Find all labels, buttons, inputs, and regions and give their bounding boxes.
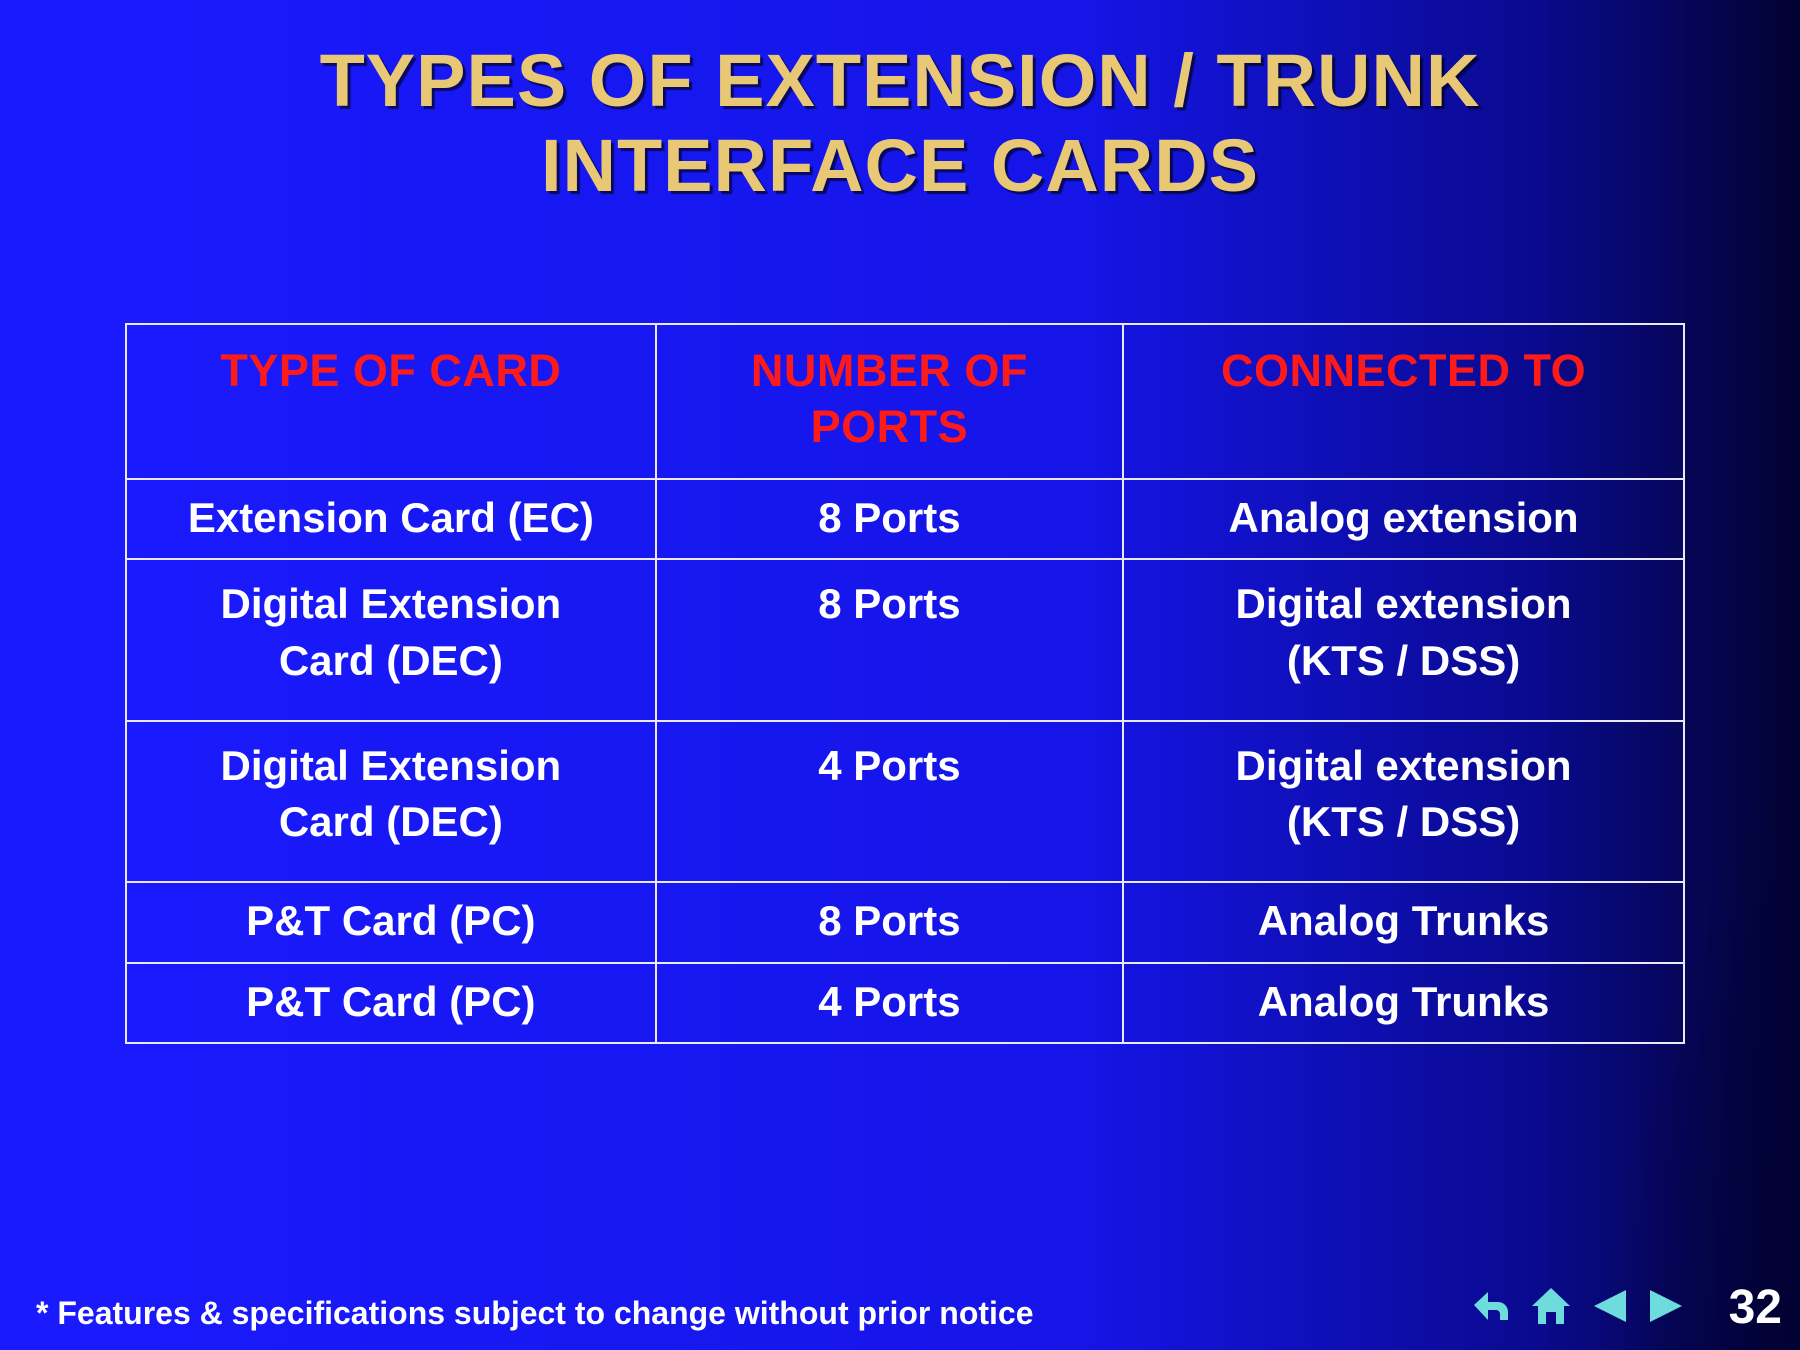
- cell-connected: Analog Trunks: [1123, 882, 1684, 963]
- nav-home-button[interactable]: [1526, 1282, 1576, 1330]
- col-header-ports: NUMBER OF PORTS: [656, 324, 1123, 479]
- table-header-row: TYPE OF CARD NUMBER OF PORTS CONNECTED T…: [126, 324, 1684, 479]
- cell-type: P&T Card (PC): [126, 963, 656, 1044]
- nav-prev-button[interactable]: [1584, 1282, 1634, 1330]
- slide: TYPES OF EXTENSION / TRUNKINTERFACE CARD…: [0, 0, 1800, 1350]
- table-row: Digital ExtensionCard (DEC)8 PortsDigita…: [126, 559, 1684, 720]
- col-header-type: TYPE OF CARD: [126, 324, 656, 479]
- table-row: Digital ExtensionCard (DEC)4 PortsDigita…: [126, 721, 1684, 882]
- cell-ports: 8 Ports: [656, 479, 1123, 560]
- nav-bar: [1468, 1282, 1692, 1330]
- cell-connected: Analog Trunks: [1123, 963, 1684, 1044]
- prev-icon: [1586, 1284, 1632, 1328]
- slide-title: TYPES OF EXTENSION / TRUNKINTERFACE CARD…: [0, 38, 1800, 208]
- table-row: P&T Card (PC)8 PortsAnalog Trunks: [126, 882, 1684, 963]
- next-icon: [1644, 1284, 1690, 1328]
- table-row: Extension Card (EC)8 PortsAnalog extensi…: [126, 479, 1684, 560]
- cell-connected: Digital extension(KTS / DSS): [1123, 559, 1684, 720]
- cell-type: Digital ExtensionCard (DEC): [126, 721, 656, 882]
- card-table-element: TYPE OF CARD NUMBER OF PORTS CONNECTED T…: [125, 323, 1685, 1044]
- cell-ports: 4 Ports: [656, 963, 1123, 1044]
- cell-type: P&T Card (PC): [126, 882, 656, 963]
- nav-return-button[interactable]: [1468, 1282, 1518, 1330]
- cell-type: Extension Card (EC): [126, 479, 656, 560]
- col-header-connected: CONNECTED TO: [1123, 324, 1684, 479]
- cell-ports: 4 Ports: [656, 721, 1123, 882]
- card-table: TYPE OF CARD NUMBER OF PORTS CONNECTED T…: [125, 323, 1685, 1044]
- home-icon: [1528, 1284, 1574, 1328]
- cell-connected: Digital extension(KTS / DSS): [1123, 721, 1684, 882]
- return-icon: [1470, 1284, 1516, 1328]
- footnote: * Features & specifications subject to c…: [36, 1295, 1034, 1332]
- cell-connected: Analog extension: [1123, 479, 1684, 560]
- cell-ports: 8 Ports: [656, 559, 1123, 720]
- page-number: 32: [1729, 1280, 1782, 1335]
- cell-ports: 8 Ports: [656, 882, 1123, 963]
- cell-type: Digital ExtensionCard (DEC): [126, 559, 656, 720]
- table-row: P&T Card (PC)4 PortsAnalog Trunks: [126, 963, 1684, 1044]
- nav-next-button[interactable]: [1642, 1282, 1692, 1330]
